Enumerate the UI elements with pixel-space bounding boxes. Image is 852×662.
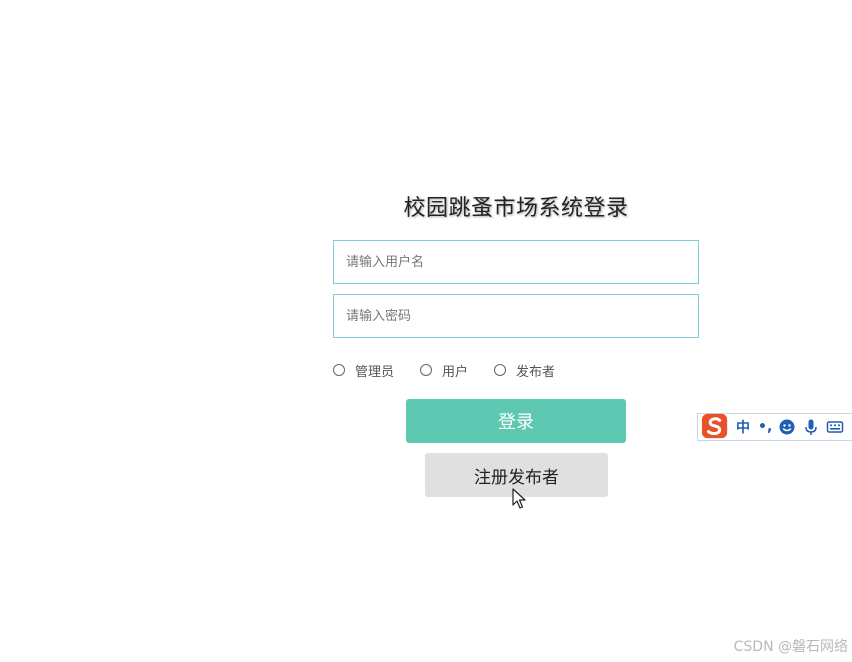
password-input[interactable]: [333, 294, 699, 338]
sogou-logo-icon[interactable]: [700, 412, 730, 440]
role-option-user[interactable]: 用户: [420, 361, 468, 380]
mouse-pointer-icon: [512, 488, 526, 509]
ime-punctuation-toggle[interactable]: •,: [758, 419, 772, 435]
role-option-publisher[interactable]: 发布者: [494, 361, 555, 380]
microphone-icon[interactable]: [802, 418, 820, 436]
keyboard-icon[interactable]: [826, 418, 844, 436]
login-page: 校园跳蚤市场系统登录 管理员 用户 发布者 登录 注册发布者 中 •,: [0, 0, 852, 662]
role-label-user: 用户: [442, 364, 469, 380]
radio-user[interactable]: [420, 364, 433, 376]
ime-mode-toggle[interactable]: 中: [736, 417, 750, 437]
role-option-admin[interactable]: 管理员: [333, 361, 394, 380]
login-button[interactable]: 登录: [406, 399, 626, 443]
page-title: 校园跳蚤市场系统登录: [403, 196, 629, 221]
role-label-publisher: 发布者: [516, 364, 556, 380]
emoji-icon[interactable]: [778, 418, 796, 436]
watermark: CSDN @磐石网络: [733, 639, 848, 655]
role-radio-group: 管理员 用户 发布者: [333, 360, 581, 380]
username-input[interactable]: [333, 240, 699, 284]
role-label-admin: 管理员: [355, 364, 395, 380]
ime-toolbar[interactable]: 中 •,: [697, 413, 852, 441]
radio-admin[interactable]: [333, 364, 345, 376]
radio-publisher[interactable]: [494, 364, 507, 376]
